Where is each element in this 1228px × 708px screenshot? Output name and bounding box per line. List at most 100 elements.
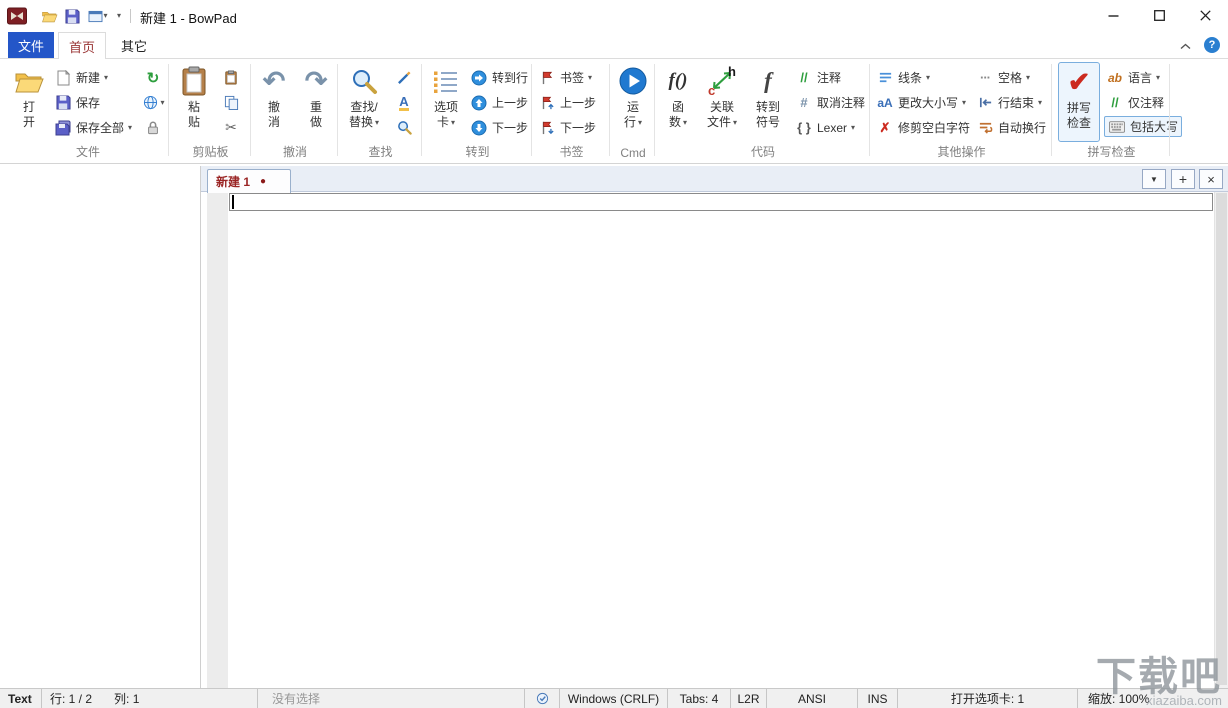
open-label: 打: [22, 100, 35, 114]
related-files-button[interactable]: h c 关联 文件 ▾: [701, 62, 743, 142]
current-line-highlight: [229, 193, 1213, 211]
qat-customize-button[interactable]: ▾: [112, 6, 126, 26]
run-button[interactable]: 运 行 ▾: [614, 62, 652, 142]
redo-button[interactable]: ↷ 重 做: [297, 62, 335, 142]
dropdown-icon: ▾: [733, 117, 738, 127]
app-icon[interactable]: [6, 6, 28, 26]
undo-button[interactable]: ↶ 撤 消: [255, 62, 293, 142]
reload-button[interactable]: ↻: [139, 67, 167, 88]
scrollbar-thumb[interactable]: [1216, 193, 1227, 685]
functions-button[interactable]: f() 函 数 ▾: [659, 62, 697, 142]
status-col: 列: 1: [114, 692, 140, 706]
dropdown-icon: ▾: [375, 117, 380, 127]
status-line: 行: 1 / 2: [50, 692, 93, 706]
bookmark-button[interactable]: 书签 ▾: [538, 67, 592, 88]
group-separator: [609, 64, 610, 156]
new-button[interactable]: 新建 ▾: [54, 67, 108, 88]
tab-file[interactable]: 文件: [8, 32, 54, 58]
comment-button[interactable]: // 注释: [795, 67, 841, 88]
status-bar: Text 行: 1 / 2 列: 1 没有选择 Windows (CRLF) T…: [0, 688, 1228, 708]
redo-label: 重: [309, 100, 322, 114]
tab-other[interactable]: 其它: [110, 32, 158, 58]
group-separator: [531, 64, 532, 156]
lines-button[interactable]: 线条 ▾: [876, 67, 930, 88]
tab-home[interactable]: 首页: [58, 32, 106, 59]
status-indicator[interactable]: [525, 689, 560, 708]
status-tabs[interactable]: Tabs: 4: [668, 689, 731, 708]
goto-line-label: 转到行: [492, 71, 529, 85]
vertical-scrollbar[interactable]: [1214, 192, 1228, 688]
find-highlight-button[interactable]: A: [390, 92, 418, 113]
find-mark-button[interactable]: [390, 67, 418, 88]
word-wrap-button[interactable]: 自动换行: [976, 117, 1046, 138]
document-tab-label: 新建 1: [216, 175, 251, 189]
goto-symbol-label: 转到: [755, 100, 780, 114]
group-label: Cmd: [620, 146, 646, 160]
tab-list-dropdown-button[interactable]: ▼: [1142, 169, 1166, 189]
goto-next-button[interactable]: 下一步: [470, 117, 528, 138]
find-all-button[interactable]: [390, 117, 418, 138]
goto-line-button[interactable]: 转到行: [470, 67, 528, 88]
line-endings-button[interactable]: 行结束 ▾: [976, 92, 1042, 113]
ribbon-collapse-button[interactable]: [1176, 39, 1194, 53]
uncomment-icon: #: [800, 95, 808, 110]
language-button[interactable]: ab 语言 ▾: [1106, 67, 1160, 88]
titlebar-separator: [130, 9, 131, 23]
uncomment-button[interactable]: # 取消注释: [795, 92, 865, 113]
status-doctype[interactable]: Text: [0, 689, 42, 708]
status-zoom[interactable]: 缩放: 100%: [1078, 689, 1228, 708]
minimize-button[interactable]: [1090, 0, 1136, 31]
cut-button[interactable]: ✂: [217, 117, 245, 138]
new-tab-button[interactable]: +: [1171, 169, 1195, 189]
check-comments-only-button[interactable]: // 仅注释: [1106, 92, 1164, 113]
status-direction[interactable]: L2R: [731, 689, 767, 708]
magnifier-icon: [342, 62, 386, 100]
save-button[interactable]: 保存: [54, 92, 100, 113]
close-tab-button[interactable]: ×: [1199, 169, 1223, 189]
goto-symbol-button[interactable]: f 转到 符号: [747, 62, 789, 142]
find-replace-button[interactable]: 查找/ 替换 ▾: [342, 62, 386, 142]
help-button[interactable]: ?: [1204, 37, 1220, 53]
status-encoding[interactable]: ANSI: [767, 689, 858, 708]
open-button[interactable]: 打 开: [10, 62, 48, 142]
tab-bar: 新建 1 ● ▼ + ×: [201, 166, 1228, 193]
dropdown-icon: ▾: [851, 122, 856, 132]
redo-icon: ↷: [304, 65, 328, 96]
change-case-button[interactable]: aA 更改大小写 ▾: [876, 92, 966, 113]
bookmark-next-button[interactable]: 下一步: [538, 117, 596, 138]
folder-open-icon: [10, 62, 48, 100]
ribbon-tab-row: 文件 首页 其它 ?: [0, 32, 1228, 59]
paste-button[interactable]: 粘 贴: [175, 62, 213, 142]
close-button[interactable]: [1182, 0, 1228, 31]
readonly-button[interactable]: [139, 117, 167, 138]
trim-whitespace-button[interactable]: ✗ 修剪空白字符: [876, 117, 970, 138]
find-label2: 替换: [348, 115, 373, 129]
goto-next-label: 下一步: [492, 121, 529, 135]
qat-open-button[interactable]: [38, 6, 60, 26]
paste-special-button[interactable]: [217, 67, 245, 88]
status-line-col: 行: 1 / 2 列: 1: [42, 689, 258, 708]
case-icon: aA: [877, 95, 893, 110]
tab-list-label2: 卡: [436, 115, 449, 129]
spaces-button[interactable]: ··· 空格 ▾: [976, 67, 1030, 88]
encoding-button[interactable]: ▾: [136, 92, 170, 113]
spell-check-button[interactable]: ✔ 拼写 检查: [1058, 62, 1100, 142]
save-all-button[interactable]: 保存全部 ▾: [54, 117, 132, 138]
include-uppercase-button[interactable]: 包括大写: [1104, 116, 1183, 137]
play-icon: [614, 62, 652, 100]
status-eol[interactable]: Windows (CRLF): [560, 689, 668, 708]
dropdown-icon: ▾: [638, 117, 643, 127]
document-tab[interactable]: 新建 1 ●: [207, 169, 291, 193]
maximize-button[interactable]: [1136, 0, 1182, 31]
editor-area[interactable]: [201, 192, 1228, 688]
tab-list-button[interactable]: 选项 卡 ▾: [426, 62, 466, 142]
qat-save-button[interactable]: [61, 6, 83, 26]
copy-button[interactable]: [217, 92, 245, 113]
goto-prev-button[interactable]: 上一步: [470, 92, 528, 113]
eol-arrow-icon: [976, 94, 994, 112]
lexer-button[interactable]: { } Lexer ▾: [795, 117, 855, 138]
bookmark-prev-button[interactable]: 上一步: [538, 92, 596, 113]
status-insert-mode[interactable]: INS: [858, 689, 898, 708]
qat-window-button[interactable]: ▾: [84, 6, 112, 26]
dots-icon: ···: [980, 70, 991, 85]
